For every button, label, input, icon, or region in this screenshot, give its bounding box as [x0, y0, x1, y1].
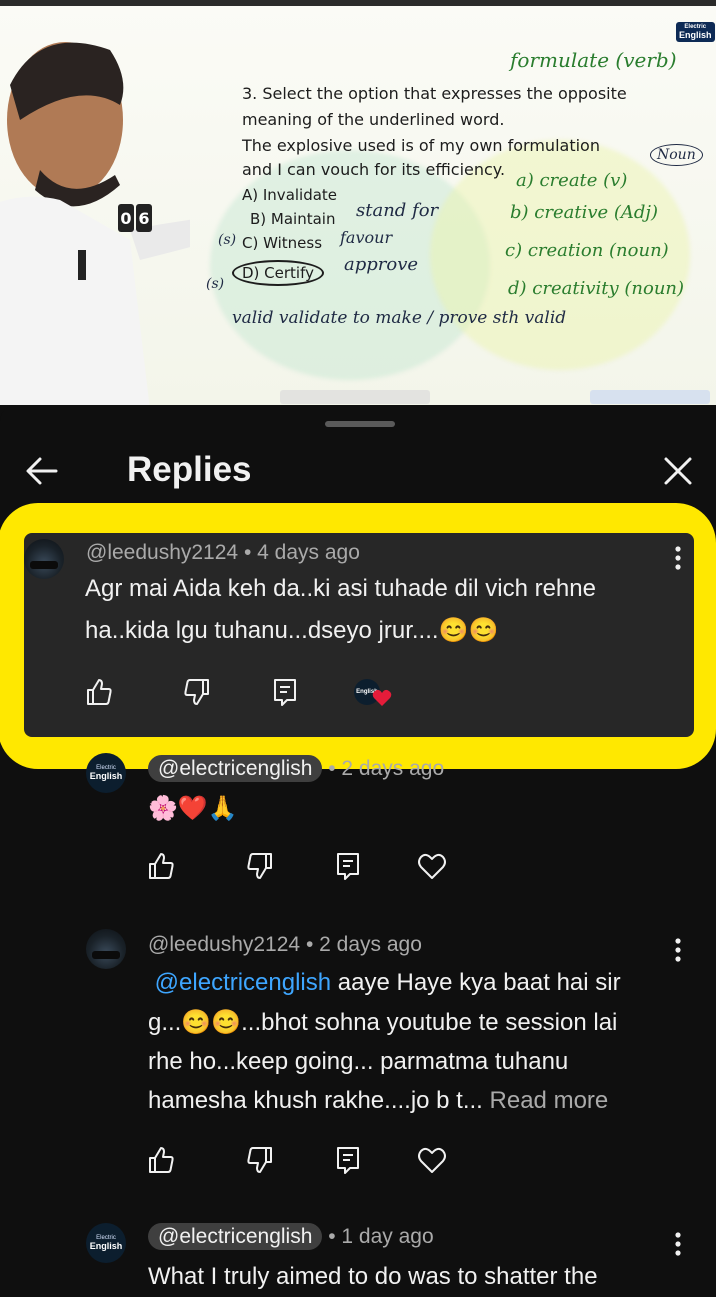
hw-option-c: c) creation (noun) [505, 240, 669, 261]
replies-sheet: Replies @leedushy2124 • 4 days ago Agr m… [0, 405, 716, 1290]
comment-text-line-4: hamesha khush rakhe....jo b t... [148, 1087, 490, 1114]
like-icon[interactable] [146, 1145, 176, 1175]
mention-link[interactable]: @electricenglish [155, 969, 331, 996]
hw-favour: favour [340, 228, 393, 247]
comment-text: What I truly aimed to do was to shatter … [148, 1263, 598, 1290]
smile-emoji: 😊😊 [181, 1009, 242, 1036]
hw-s2: (s) [206, 276, 225, 292]
hw-noun: Noun [650, 144, 703, 166]
hw-s1: (s) [218, 232, 237, 248]
hw-option-d: d) creativity (noun) [508, 278, 685, 299]
question-line-2: meaning of the underlined word. [242, 110, 505, 129]
reply-icon[interactable] [333, 851, 363, 881]
drag-handle[interactable] [325, 421, 395, 427]
comment-author[interactable]: @electricenglish [148, 1223, 323, 1250]
heart-outline-icon[interactable] [417, 851, 447, 881]
dislike-icon[interactable] [245, 851, 275, 881]
channel-logo: Electric English [676, 22, 715, 42]
option-d: D) Certify [232, 260, 324, 286]
back-arrow-icon[interactable] [22, 449, 62, 489]
drawing-toolbar-right [590, 390, 710, 404]
comment-author[interactable]: @leedushy2124 [148, 933, 300, 956]
option-c: C) Witness [242, 234, 323, 252]
comment-time: • 1 day ago [322, 1225, 434, 1248]
video-player[interactable]: 06 3. Select the option that expresses t… [0, 0, 716, 405]
drawing-toolbar [280, 390, 430, 404]
question-line-4: and I can vouch for its efficiency. [242, 160, 506, 179]
hw-valid-line: valid validate to make / prove sth valid [232, 308, 567, 328]
avatar[interactable] [86, 929, 126, 969]
option-a: A) Invalidate [242, 186, 338, 204]
hw-stand-for: stand for [356, 200, 439, 221]
close-icon[interactable] [660, 453, 696, 489]
counter-badge: 06 [118, 204, 152, 232]
comment-text-line-3: rhe ho...keep going... parmatma tuhanu [148, 1048, 569, 1075]
reply-icon[interactable] [333, 1145, 363, 1175]
question-line-1: 3. Select the option that expresses the … [242, 84, 627, 103]
comment-text: 🌸❤️🙏 [148, 795, 238, 822]
more-options-icon[interactable] [675, 937, 681, 963]
read-more-link[interactable]: Read more [490, 1087, 609, 1114]
hw-formulate: formulate (verb) [510, 48, 677, 72]
teacher-figure [0, 42, 190, 405]
comment-time: • 2 days ago [300, 933, 422, 956]
sheet-title: Replies [127, 450, 252, 489]
heart-outline-icon[interactable] [417, 1145, 447, 1175]
hw-approve: approve [344, 254, 419, 275]
dislike-icon[interactable] [245, 1145, 275, 1175]
like-icon[interactable] [146, 851, 176, 881]
question-line-3: The explosive used is of my own formulat… [242, 136, 600, 155]
avatar[interactable]: Electric English [86, 1223, 126, 1263]
more-options-icon[interactable] [675, 1231, 681, 1257]
hw-option-b: b) creative (Adj) [510, 202, 659, 223]
hw-option-a: a) create (v) [516, 170, 628, 191]
option-b: B) Maintain [250, 210, 336, 228]
